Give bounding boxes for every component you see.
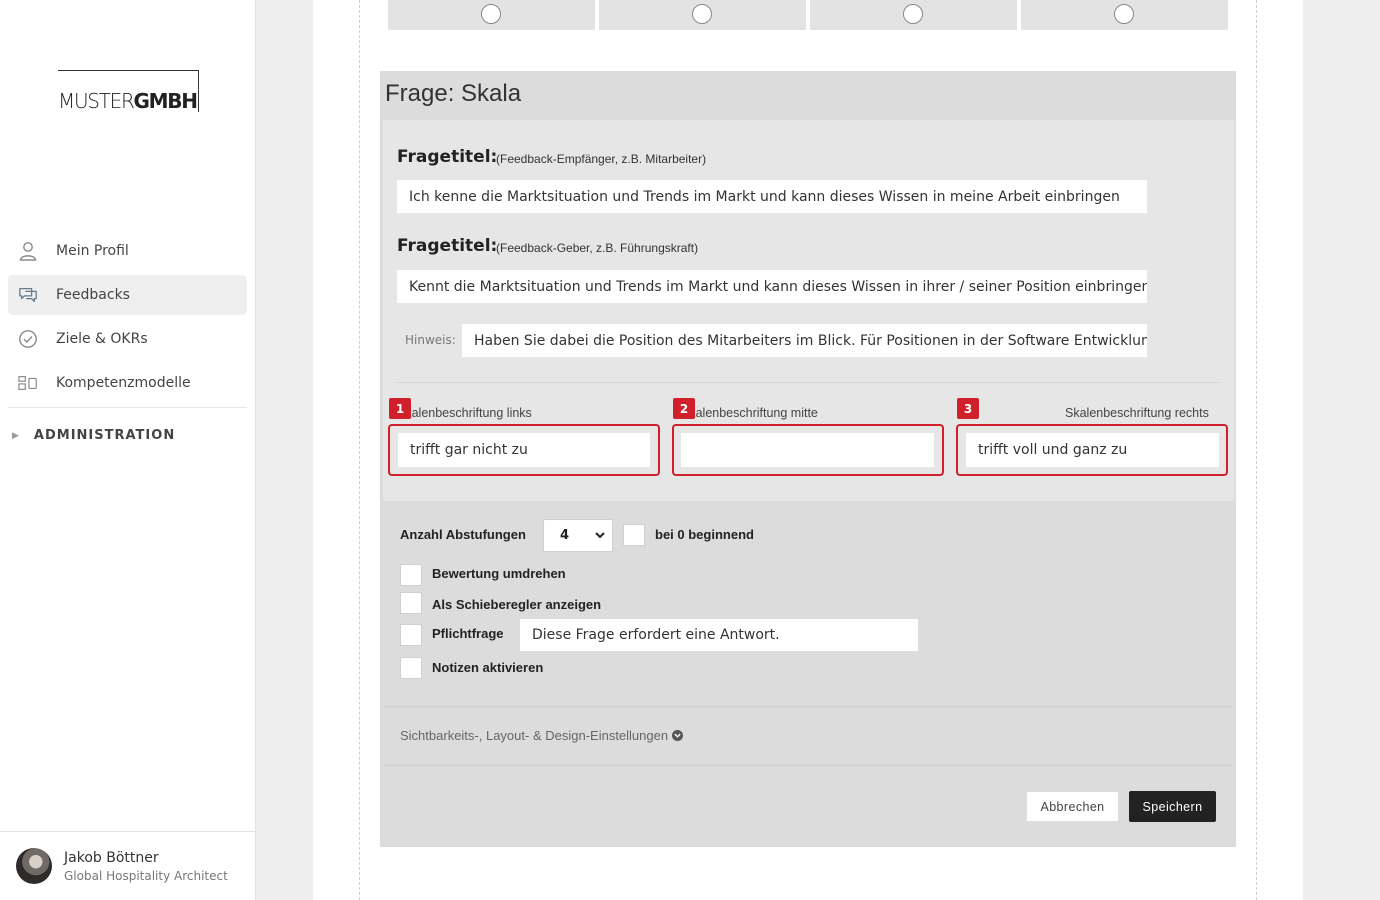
giver-hint: (Feedback-Geber, z.B. Führungskraft) xyxy=(496,241,699,255)
question-title-label: Fragetitel: xyxy=(397,236,498,256)
section-divider xyxy=(384,706,1232,707)
right-gutter xyxy=(1303,0,1380,900)
chevron-right-icon: ▶ xyxy=(12,430,20,441)
sidebar-item-administration[interactable]: ▶ ADMINISTRATION xyxy=(12,428,175,443)
visibility-settings-toggle[interactable]: Sichtbarkeits-, Layout- & Design-Einstel… xyxy=(400,728,684,743)
scale-mid-label: Skalenbeschriftung mitte xyxy=(681,406,818,420)
panel-title: Frage: Skala xyxy=(385,80,522,107)
section-divider xyxy=(397,382,1219,383)
model-icon xyxy=(18,373,38,393)
check-circle-icon xyxy=(18,329,38,349)
sidebar-item-label: Ziele & OKRs xyxy=(56,331,148,347)
avatar xyxy=(16,848,52,884)
sidebar-item-label: Feedbacks xyxy=(56,287,130,303)
sidebar-item-label: Kompetenzmodelle xyxy=(56,375,191,391)
scale-left-input[interactable]: trifft gar nicht zu xyxy=(398,433,650,467)
sidebar-item-ziele-okrs[interactable]: Ziele & OKRs xyxy=(8,319,247,359)
sidebar-item-feedbacks[interactable]: Feedbacks xyxy=(8,275,247,315)
slider-label: Als Schieberegler anzeigen xyxy=(432,597,602,612)
logo-text-light: MUSTER xyxy=(58,89,135,113)
sidebar: MUSTERGMBH Mein Profil Feedbacks Ziele &… xyxy=(0,0,256,900)
user-name: Jakob Böttner xyxy=(64,850,159,866)
preview-scale-cell xyxy=(599,0,806,30)
cancel-button[interactable]: Abbrechen xyxy=(1026,791,1119,822)
logo-text-bold: GMBH xyxy=(133,89,198,113)
scale-mid-input[interactable] xyxy=(681,433,934,467)
required-label: Pflichtfrage xyxy=(432,626,504,641)
save-button[interactable]: Speichern xyxy=(1129,791,1216,822)
preview-scale-cell xyxy=(1021,0,1228,30)
recipient-title-input[interactable]: Ich kenne die Marktsituation und Trends … xyxy=(397,180,1147,213)
slider-checkbox[interactable] xyxy=(400,592,422,614)
chat-icon xyxy=(18,285,38,305)
notes-checkbox[interactable] xyxy=(400,657,422,679)
zero-start-checkbox[interactable] xyxy=(623,524,645,546)
hint-label: Hinweis: xyxy=(405,333,456,347)
user-profile[interactable]: Jakob Böttner Global Hospitality Archite… xyxy=(0,831,255,900)
preview-scale-cell xyxy=(810,0,1017,30)
admin-label: ADMINISTRATION xyxy=(33,428,176,443)
visibility-settings-label: Sichtbarkeits-, Layout- & Design-Einstel… xyxy=(400,728,669,743)
chevron-circle-down-icon xyxy=(672,730,684,741)
required-message-input[interactable]: Diese Frage erfordert eine Antwort. xyxy=(520,619,918,651)
scale-right-input[interactable]: trifft voll und ganz zu xyxy=(966,433,1219,467)
reverse-rating-checkbox[interactable] xyxy=(400,564,422,586)
radio-button[interactable] xyxy=(1114,4,1134,24)
sidebar-item-label: Mein Profil xyxy=(56,243,129,259)
hint-input[interactable]: Haben Sie dabei die Position des Mitarbe… xyxy=(462,324,1147,357)
section-divider xyxy=(384,765,1232,766)
company-logo[interactable]: MUSTERGMBH xyxy=(58,70,199,113)
notes-label: Notizen aktivieren xyxy=(432,660,544,675)
required-checkbox[interactable] xyxy=(400,624,422,646)
user-role: Global Hospitality Architect xyxy=(64,869,228,883)
radio-button[interactable] xyxy=(692,4,712,24)
reverse-rating-label: Bewertung umdrehen xyxy=(432,566,566,581)
sidebar-divider xyxy=(8,407,247,408)
canvas-guide-right xyxy=(1256,0,1257,900)
preview-scale-cell xyxy=(388,0,595,30)
steps-label: Anzahl Abstufungen xyxy=(400,527,526,542)
radio-button[interactable] xyxy=(903,4,923,24)
steps-value: 4 xyxy=(560,528,570,543)
annotation-badge: 3 xyxy=(957,398,979,419)
giver-title-input[interactable]: Kennt die Marktsituation und Trends im M… xyxy=(397,270,1147,303)
annotation-badge: 1 xyxy=(389,398,411,419)
sidebar-item-mein-profil[interactable]: Mein Profil xyxy=(8,231,247,271)
question-title-label: Fragetitel: xyxy=(397,147,498,167)
canvas-guide-left xyxy=(359,0,360,900)
chevron-down-icon xyxy=(594,529,606,545)
recipient-hint: (Feedback-Empfänger, z.B. Mitarbeiter) xyxy=(496,152,707,166)
scale-right-label: Skalenbeschriftung rechts xyxy=(1065,406,1209,420)
logo-text: MUSTERGMBH xyxy=(58,89,198,113)
sidebar-nav: Mein Profil Feedbacks Ziele & OKRs Kompe… xyxy=(8,231,247,407)
user-icon xyxy=(18,241,38,261)
annotation-badge: 2 xyxy=(673,398,695,419)
zero-start-label: bei 0 beginnend xyxy=(655,527,754,542)
steps-select[interactable]: 4 xyxy=(543,519,613,552)
radio-button[interactable] xyxy=(481,4,501,24)
sidebar-item-kompetenzmodelle[interactable]: Kompetenzmodelle xyxy=(8,363,247,403)
scale-left-label: Skalenbeschriftung links xyxy=(397,406,532,420)
